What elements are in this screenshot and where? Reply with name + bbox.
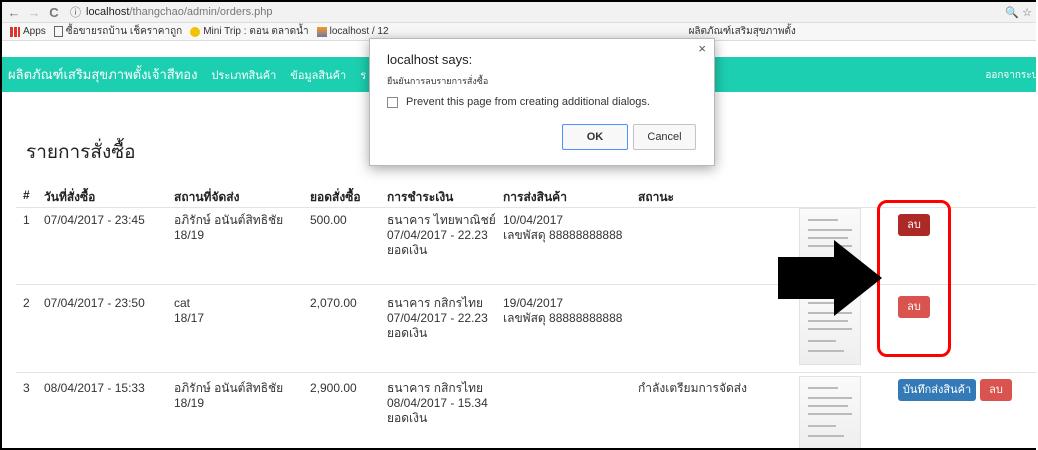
address-bar[interactable]: ⓘ localhost/thangchao/admin/orders.php: [70, 4, 992, 20]
order-num: 3: [23, 381, 30, 395]
col-header-shipping: การส่งสินค้า: [503, 190, 567, 204]
payment-time: 07/04/2017 - 22.23: [387, 228, 488, 242]
dialog-message: ยืนยันการลบรายการสั่งซื้อ: [387, 76, 489, 86]
order-total: 500.00: [310, 213, 347, 227]
order-address-detail: 18/19: [174, 228, 205, 242]
order-num: 1: [23, 213, 30, 227]
order-total: 2,900.00: [310, 381, 357, 395]
bookmark-label: ซื้อขายรถบ้าน เช็คราคาถูก: [65, 26, 183, 37]
order-num: 2: [23, 296, 30, 310]
back-icon[interactable]: ←: [6, 5, 22, 20]
shipping-tracking: เลขพัสดุ 88888888888: [503, 228, 623, 242]
col-header-date: วันที่สั่งซื้อ: [44, 190, 96, 204]
bookmark-localhost[interactable]: localhost / 12: [316, 26, 389, 37]
confirm-dialog: localhost says: × ยืนยันการลบรายการสั่งซ…: [369, 38, 715, 166]
bookmark-health[interactable]: ผลิตภัณฑ์เสริมสุขภาพตั้ง: [689, 24, 796, 39]
nav-item-categories[interactable]: ประเภทสินค้า: [211, 66, 276, 84]
payment-bank: ธนาคาร กสิกรไทย: [387, 296, 484, 310]
logout-link[interactable]: ออกจากระบ: [985, 68, 1036, 83]
payment-bank: ธนาคาร กสิกรไทย: [387, 381, 484, 395]
bookmark-label: Apps: [23, 26, 46, 37]
payment-amount: ยอดเงิน: [387, 243, 428, 257]
order-date: 07/04/2017 - 23:50: [44, 296, 145, 310]
page-icon: [53, 26, 63, 37]
page-title: รายการสั่งซื้อ: [26, 142, 136, 163]
col-header-total: ยอดสั่งซื้อ: [310, 190, 361, 204]
close-icon[interactable]: ×: [698, 41, 706, 56]
col-header-address: สถานที่จัดส่ง: [174, 190, 240, 204]
payment-bank: ธนาคาร ไทยพาณิชย์: [387, 213, 496, 227]
nav-item-products[interactable]: ข้อมูลสินค้า: [290, 66, 346, 84]
col-header-payment: การชำระเงิน: [387, 190, 454, 204]
payment-time: 08/04/2017 - 15.34: [387, 396, 488, 410]
order-address-name: อภิรักษ์ อนันต์สิทธิชัย: [174, 381, 284, 395]
payment-slip-image[interactable]: [799, 376, 861, 448]
bookmark-label: localhost / 12: [329, 26, 389, 37]
order-address-detail: 18/19: [174, 396, 205, 410]
dialog-title: localhost says:: [387, 52, 473, 67]
bookmark-apps[interactable]: Apps: [10, 26, 46, 37]
checkbox-label: Prevent this page from creating addition…: [406, 96, 650, 108]
shipping-date: 19/04/2017: [503, 296, 564, 310]
zoom-bookmark-icons[interactable]: 🔍 ☆: [992, 6, 1036, 19]
nav-item-more[interactable]: ร: [360, 66, 366, 84]
screenshot-frame: ← → C ⓘ localhost/thangchao/admin/orders…: [0, 0, 1036, 450]
payment-amount: ยอดเงิน: [387, 326, 428, 340]
cancel-button[interactable]: Cancel: [633, 124, 696, 150]
order-address-name: cat: [174, 296, 191, 310]
url-path: /thangchao/admin/orders.php: [129, 6, 273, 18]
order-status: กำลังเตรียมการจัดส่ง: [638, 381, 747, 395]
order-address-name: อภิรักษ์ อนันต์สิทธิชัย: [174, 213, 284, 227]
order-date: 07/04/2017 - 23:45: [44, 213, 145, 227]
bookmark-cars[interactable]: ซื้อขายรถบ้าน เช็คราคาถูก: [53, 24, 183, 39]
ok-button[interactable]: OK: [562, 124, 628, 150]
site-info-icon[interactable]: ⓘ: [70, 4, 81, 20]
smiley-icon: [190, 26, 201, 37]
checkbox-icon[interactable]: [387, 96, 398, 108]
apps-icon: [10, 26, 20, 37]
shipping-date: 10/04/2017: [503, 213, 564, 227]
site-brand[interactable]: ผลิตภัณฑ์เสริมสุขภาพตั้งเจ้าสีทอง: [8, 64, 197, 85]
browser-toolbar: ← → C ⓘ localhost/thangchao/admin/orders…: [2, 2, 1036, 23]
bookmark-label: ผลิตภัณฑ์เสริมสุขภาพตั้ง: [688, 26, 796, 37]
col-header-status: สถานะ: [638, 190, 674, 204]
payment-amount: ยอดเงิน: [387, 411, 428, 425]
col-header-num: #: [23, 188, 30, 202]
bookmark-label: Mini Trip : ตอน ตลาดน้ำ: [203, 26, 309, 37]
reload-icon[interactable]: C: [46, 5, 62, 20]
record-shipment-button[interactable]: บันทึกส่งสินค้า: [898, 379, 976, 401]
arrow-annotation: [778, 240, 882, 316]
order-date: 08/04/2017 - 15:33: [44, 381, 145, 395]
order-address-detail: 18/17: [174, 311, 205, 325]
shipping-tracking: เลขพัสดุ 88888888888: [503, 311, 623, 325]
payment-time: 07/04/2017 - 22.23: [387, 311, 488, 325]
forward-icon[interactable]: →: [26, 5, 42, 20]
order-total: 2,070.00: [310, 296, 357, 310]
highlight-box: [877, 200, 951, 357]
delete-button[interactable]: ลบ: [980, 379, 1012, 401]
prevent-dialogs-checkbox[interactable]: Prevent this page from creating addition…: [387, 96, 650, 108]
phpmyadmin-icon: [316, 26, 327, 37]
bookmark-minitrip[interactable]: Mini Trip : ตอน ตลาดน้ำ: [190, 24, 309, 39]
url-host: localhost: [86, 6, 130, 18]
row-divider: [16, 372, 1036, 373]
